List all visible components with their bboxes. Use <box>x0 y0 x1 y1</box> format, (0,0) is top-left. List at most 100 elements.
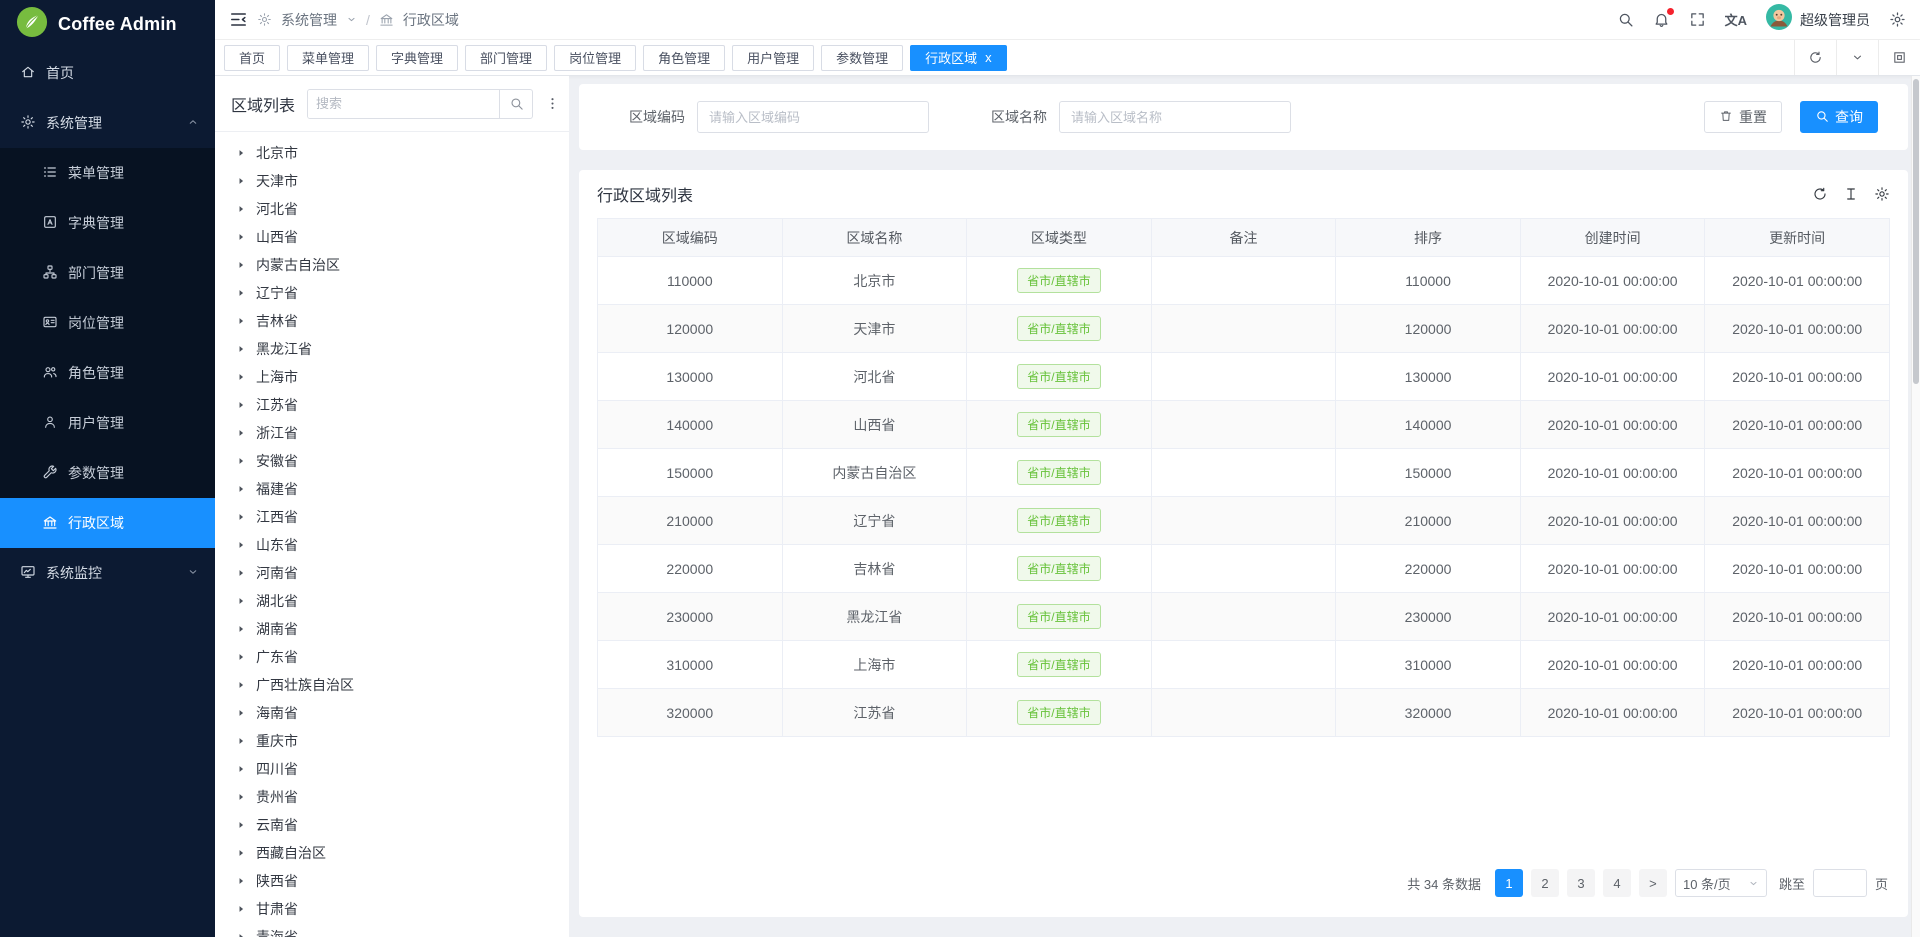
caret-right-icon[interactable] <box>236 932 246 937</box>
region-code-input[interactable] <box>697 101 929 133</box>
sidebar-section-monitor[interactable]: 系统监控 <box>0 548 215 598</box>
tab-部门管理[interactable]: 部门管理 <box>465 45 547 71</box>
tree-item-黑龙江省[interactable]: 黑龙江省 <box>215 335 569 363</box>
table-row[interactable]: 320000江苏省省市/直辖市3200002020-10-01 00:00:00… <box>598 689 1890 737</box>
caret-right-icon[interactable] <box>236 288 246 298</box>
page-size-select[interactable]: 10 条/页 <box>1675 869 1767 897</box>
table-row[interactable]: 220000吉林省省市/直辖市2200002020-10-01 00:00:00… <box>598 545 1890 593</box>
caret-right-icon[interactable] <box>236 708 246 718</box>
tree-item-天津市[interactable]: 天津市 <box>215 167 569 195</box>
table-row[interactable]: 110000北京市省市/直辖市1100002020-10-01 00:00:00… <box>598 257 1890 305</box>
table-row[interactable]: 120000天津市省市/直辖市1200002020-10-01 00:00:00… <box>598 305 1890 353</box>
tab-参数管理[interactable]: 参数管理 <box>821 45 903 71</box>
search-icon[interactable] <box>1617 11 1634 28</box>
caret-right-icon[interactable] <box>236 428 246 438</box>
caret-right-icon[interactable] <box>236 260 246 270</box>
tree-item-安徽省[interactable]: 安徽省 <box>215 447 569 475</box>
tree-item-广西壮族自治区[interactable]: 广西壮族自治区 <box>215 671 569 699</box>
search-icon[interactable] <box>499 90 532 118</box>
sidebar-item-角色管理[interactable]: 角色管理 <box>0 348 215 398</box>
caret-right-icon[interactable] <box>236 764 246 774</box>
window-scrollbar[interactable] <box>1911 76 1920 937</box>
sidebar-section-system[interactable]: 系统管理 <box>0 98 215 148</box>
translate-icon[interactable]: 文A <box>1725 10 1747 29</box>
caret-right-icon[interactable] <box>236 680 246 690</box>
refresh-icon[interactable] <box>1812 186 1828 202</box>
caret-right-icon[interactable] <box>236 456 246 466</box>
caret-right-icon[interactable] <box>236 904 246 914</box>
tab-行政区域[interactable]: 行政区域x <box>910 45 1007 71</box>
tree-item-内蒙古自治区[interactable]: 内蒙古自治区 <box>215 251 569 279</box>
caret-right-icon[interactable] <box>236 736 246 746</box>
tree-item-江苏省[interactable]: 江苏省 <box>215 391 569 419</box>
tree-item-贵州省[interactable]: 贵州省 <box>215 783 569 811</box>
table-row[interactable]: 130000河北省省市/直辖市1300002020-10-01 00:00:00… <box>598 353 1890 401</box>
caret-right-icon[interactable] <box>236 848 246 858</box>
reset-button[interactable]: 重置 <box>1704 101 1782 133</box>
sidebar-item-用户管理[interactable]: 用户管理 <box>0 398 215 448</box>
tree-item-山东省[interactable]: 山东省 <box>215 531 569 559</box>
page-button-2[interactable]: 2 <box>1531 869 1559 897</box>
caret-right-icon[interactable] <box>236 484 246 494</box>
table-row[interactable]: 210000辽宁省省市/直辖市2100002020-10-01 00:00:00… <box>598 497 1890 545</box>
sidebar-item-菜单管理[interactable]: 菜单管理 <box>0 148 215 198</box>
tab-角色管理[interactable]: 角色管理 <box>643 45 725 71</box>
column-settings-gear-icon[interactable] <box>1874 186 1890 202</box>
settings-gear-icon[interactable] <box>1889 11 1906 28</box>
caret-right-icon[interactable] <box>236 512 246 522</box>
tree-item-陕西省[interactable]: 陕西省 <box>215 867 569 895</box>
table-row[interactable]: 310000上海市省市/直辖市3100002020-10-01 00:00:00… <box>598 641 1890 689</box>
tree-item-江西省[interactable]: 江西省 <box>215 503 569 531</box>
breadcrumb-section[interactable]: 系统管理 <box>281 10 337 30</box>
caret-right-icon[interactable] <box>236 316 246 326</box>
page-button-3[interactable]: 3 <box>1567 869 1595 897</box>
kebab-menu-icon[interactable] <box>545 96 560 111</box>
tree-item-吉林省[interactable]: 吉林省 <box>215 307 569 335</box>
caret-right-icon[interactable] <box>236 372 246 382</box>
tree-item-湖北省[interactable]: 湖北省 <box>215 587 569 615</box>
sidebar-item-字典管理[interactable]: 字典管理 <box>0 198 215 248</box>
sidebar-item-岗位管理[interactable]: 岗位管理 <box>0 298 215 348</box>
table-row[interactable]: 230000黑龙江省省市/直辖市2300002020-10-01 00:00:0… <box>598 593 1890 641</box>
tab-岗位管理[interactable]: 岗位管理 <box>554 45 636 71</box>
page-button-1[interactable]: 1 <box>1495 869 1523 897</box>
tree-item-广东省[interactable]: 广东省 <box>215 643 569 671</box>
sidebar-item-参数管理[interactable]: 参数管理 <box>0 448 215 498</box>
next-page-button[interactable]: > <box>1639 869 1667 897</box>
tree-item-云南省[interactable]: 云南省 <box>215 811 569 839</box>
tree-item-河北省[interactable]: 河北省 <box>215 195 569 223</box>
tree-item-河南省[interactable]: 河南省 <box>215 559 569 587</box>
notification-bell-icon[interactable] <box>1653 11 1670 28</box>
scrollbar-thumb[interactable] <box>1913 79 1919 384</box>
caret-right-icon[interactable] <box>236 596 246 606</box>
row-height-icon[interactable] <box>1843 186 1859 202</box>
fullscreen-icon[interactable] <box>1689 11 1706 28</box>
caret-right-icon[interactable] <box>236 176 246 186</box>
caret-right-icon[interactable] <box>236 232 246 242</box>
sidebar-item-home[interactable]: 首页 <box>0 48 215 98</box>
caret-right-icon[interactable] <box>236 624 246 634</box>
region-name-input[interactable] <box>1059 101 1291 133</box>
tree-item-浙江省[interactable]: 浙江省 <box>215 419 569 447</box>
tab-首页[interactable]: 首页 <box>224 45 280 71</box>
caret-right-icon[interactable] <box>236 540 246 550</box>
tree-item-西藏自治区[interactable]: 西藏自治区 <box>215 839 569 867</box>
tab-菜单管理[interactable]: 菜单管理 <box>287 45 369 71</box>
tree-item-重庆市[interactable]: 重庆市 <box>215 727 569 755</box>
menu-fold-icon[interactable] <box>229 10 248 29</box>
query-button[interactable]: 查询 <box>1800 101 1878 133</box>
tree-item-上海市[interactable]: 上海市 <box>215 363 569 391</box>
tree-item-海南省[interactable]: 海南省 <box>215 699 569 727</box>
tree-item-湖南省[interactable]: 湖南省 <box>215 615 569 643</box>
user-chip[interactable]: 超级管理员 <box>1766 4 1870 35</box>
caret-right-icon[interactable] <box>236 400 246 410</box>
caret-right-icon[interactable] <box>236 792 246 802</box>
tab-用户管理[interactable]: 用户管理 <box>732 45 814 71</box>
tree-item-山西省[interactable]: 山西省 <box>215 223 569 251</box>
tree-item-四川省[interactable]: 四川省 <box>215 755 569 783</box>
tree-item-北京市[interactable]: 北京市 <box>215 139 569 167</box>
sidebar-item-部门管理[interactable]: 部门管理 <box>0 248 215 298</box>
table-row[interactable]: 150000内蒙古自治区省市/直辖市1500002020-10-01 00:00… <box>598 449 1890 497</box>
chevron-down-icon[interactable] <box>1836 40 1878 75</box>
maximize-icon[interactable] <box>1878 40 1920 75</box>
